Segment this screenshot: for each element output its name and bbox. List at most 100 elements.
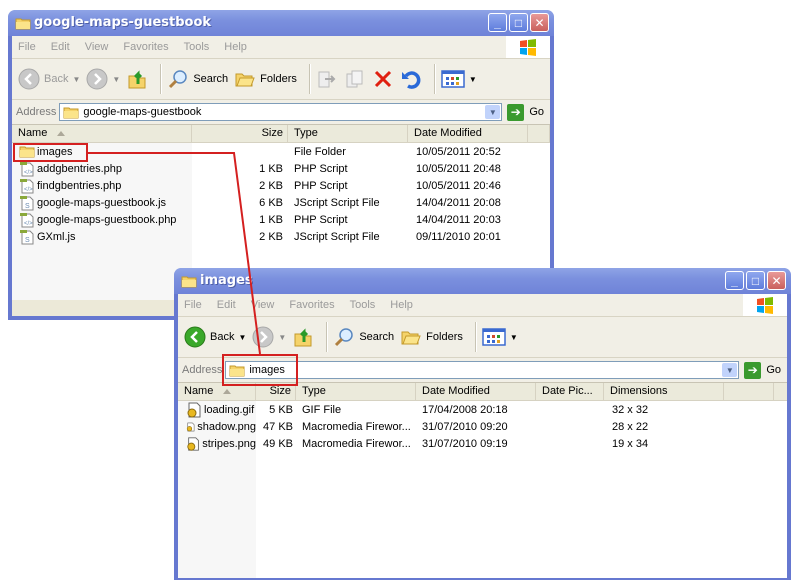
column-header-dimensions[interactable]: Dimensions xyxy=(604,383,724,400)
menu-tools[interactable]: Tools xyxy=(184,41,210,53)
file-size: 49 KB xyxy=(263,437,293,450)
svg-text:</>: </> xyxy=(24,187,33,193)
minimize-button[interactable]: _ xyxy=(725,271,744,290)
menu-edit[interactable]: Edit xyxy=(217,299,236,311)
file-row[interactable]: </> findgbentries.php 2 KB PHP Script 10/05/… xyxy=(12,177,550,194)
file-name: S GXml.js xyxy=(12,229,192,245)
file-type: JScript Script File xyxy=(294,230,380,243)
address-label: Address xyxy=(16,106,57,118)
file-size: 1 KB xyxy=(259,213,283,226)
menu-bar: File Edit View Favorites Tools Help xyxy=(12,36,550,59)
maximize-button[interactable]: □ xyxy=(746,271,765,290)
file-type: Macromedia Firewor... xyxy=(302,437,411,450)
svg-text:</>: </> xyxy=(24,170,33,176)
column-header-date-modified[interactable]: Date Modified xyxy=(416,383,536,400)
menu-favorites[interactable]: Favorites xyxy=(123,41,168,53)
menu-file[interactable]: File xyxy=(184,299,202,311)
move-to-button[interactable] xyxy=(316,68,338,90)
file-row[interactable]: </> google-maps-guestbook.php 1 KB PHP Scri… xyxy=(12,211,550,228)
title-bar[interactable]: google-maps-guestbook _ □ ✕ xyxy=(8,10,554,36)
delete-button[interactable] xyxy=(372,68,394,90)
folder-icon xyxy=(63,107,79,118)
column-header-date-picture-taken[interactable]: Date Pic... xyxy=(536,383,604,400)
address-input[interactable]: google-maps-guestbook ▼ xyxy=(59,103,503,121)
maximize-button[interactable]: □ xyxy=(509,13,528,32)
minimize-button[interactable]: _ xyxy=(488,13,507,32)
file-size: 2 KB xyxy=(259,179,283,192)
menu-tools[interactable]: Tools xyxy=(350,299,376,311)
file-size: 1 KB xyxy=(259,162,283,175)
menu-view[interactable]: View xyxy=(251,299,275,311)
move-to-icon xyxy=(318,71,336,88)
menu-help[interactable]: Help xyxy=(224,41,247,53)
sort-ascending-icon xyxy=(57,130,66,136)
file-dimensions: 32 x 32 xyxy=(612,403,649,416)
file-name: stripes.png xyxy=(178,436,256,452)
file-date-modified: 10/05/2011 20:46 xyxy=(416,179,501,192)
file-row[interactable]: </> addgbentries.php 1 KB PHP Script 10/05/2… xyxy=(12,160,550,177)
svg-text:S: S xyxy=(25,237,30,244)
go-button[interactable]: ➔ Go xyxy=(744,361,781,379)
views-button[interactable]: ▼ xyxy=(482,327,518,347)
file-type: JScript Script File xyxy=(294,196,380,209)
address-input[interactable]: images ▼ xyxy=(225,361,740,379)
file-date-modified: 09/11/2010 20:01 xyxy=(416,230,501,243)
undo-button[interactable] xyxy=(400,68,422,90)
child-explorer-window: images _ □ ✕ File Edit View Favorites To… xyxy=(174,268,791,580)
file-row[interactable]: stripes.png 49 KB Macromedia Firewor... 31/… xyxy=(178,435,787,452)
up-folder-button[interactable] xyxy=(126,68,148,90)
file-row[interactable]: loading.gif 5 KB GIF File 17/04/2008 20:18 3… xyxy=(178,401,787,418)
list-header: Name Size Type Date Modified xyxy=(12,125,550,143)
column-header-type[interactable]: Type xyxy=(296,383,416,400)
menu-help[interactable]: Help xyxy=(390,299,413,311)
go-arrow-icon: ➔ xyxy=(507,103,525,121)
back-arrow-icon xyxy=(184,326,206,348)
title-bar[interactable]: images _ □ ✕ xyxy=(174,268,791,294)
file-name: shadow.png xyxy=(178,419,256,435)
file-row[interactable]: S GXml.js 2 KB JScript Script File 09/11/201… xyxy=(12,228,550,245)
file-row[interactable]: shadow.png 47 KB Macromedia Firewor... 31/0… xyxy=(178,418,787,435)
sort-ascending-icon xyxy=(223,388,232,394)
file-row[interactable]: images File Folder 10/05/2011 20:52 xyxy=(12,143,550,160)
file-name: loading.gif xyxy=(178,402,256,418)
menu-file[interactable]: File xyxy=(18,41,36,53)
column-header-date-modified[interactable]: Date Modified xyxy=(408,125,528,142)
file-date-modified: 10/05/2011 20:52 xyxy=(416,145,501,158)
copy-to-button[interactable] xyxy=(344,68,366,90)
column-header-size[interactable]: Size xyxy=(192,125,288,142)
views-button[interactable]: ▼ xyxy=(441,69,477,89)
go-arrow-icon: ➔ xyxy=(744,361,762,379)
up-folder-icon xyxy=(294,328,312,347)
file-row[interactable]: Sgoogle-maps-guestbook.js 6 KB JScript Scr… xyxy=(12,194,550,211)
column-header-name[interactable]: Name xyxy=(12,125,192,142)
file-type: File Folder xyxy=(294,145,346,158)
back-button[interactable]: Back ▼ xyxy=(184,326,246,348)
search-icon xyxy=(335,328,354,347)
column-header-type[interactable]: Type xyxy=(288,125,408,142)
file-size: 5 KB xyxy=(269,403,293,416)
menu-edit[interactable]: Edit xyxy=(51,41,70,53)
address-dropdown-button[interactable]: ▼ xyxy=(485,105,501,119)
address-bar: Address google-maps-guestbook ▼ ➔ Go xyxy=(12,100,550,125)
file-type: GIF File xyxy=(302,403,342,416)
file-type: Macromedia Firewor... xyxy=(302,420,411,433)
menu-favorites[interactable]: Favorites xyxy=(289,299,334,311)
copy-to-icon xyxy=(346,70,363,88)
search-button[interactable]: Search xyxy=(333,326,394,348)
search-button[interactable]: Search xyxy=(167,68,228,90)
go-button[interactable]: ➔ Go xyxy=(507,103,544,121)
forward-button[interactable]: ▼ xyxy=(86,68,120,90)
folders-button[interactable]: Folders xyxy=(400,327,463,347)
address-dropdown-button[interactable]: ▼ xyxy=(722,363,738,377)
menu-view[interactable]: View xyxy=(85,41,109,53)
back-button[interactable]: Back ▼ xyxy=(18,68,80,90)
image-file-icon xyxy=(186,422,195,431)
up-folder-button[interactable] xyxy=(292,326,314,348)
file-size: 47 KB xyxy=(263,420,293,433)
forward-button[interactable]: ▼ xyxy=(252,326,286,348)
folder-icon xyxy=(15,17,31,33)
close-button[interactable]: ✕ xyxy=(530,13,549,32)
php-file-icon: </> xyxy=(20,212,34,227)
folders-button[interactable]: Folders xyxy=(234,69,297,89)
close-button[interactable]: ✕ xyxy=(767,271,786,290)
